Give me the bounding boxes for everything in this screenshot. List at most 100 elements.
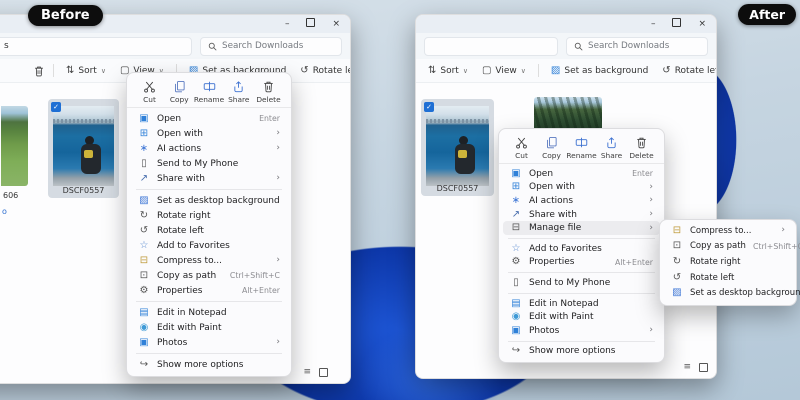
desktop-background-icon: ▨ xyxy=(671,288,683,298)
view-button[interactable]: ▢ View ∨ xyxy=(476,66,532,76)
rotate-left-icon: ↺ xyxy=(671,273,683,283)
menu-item-edit-with-paint[interactable]: ◉ Edit with Paint xyxy=(131,320,287,335)
chevron-right-icon: › xyxy=(649,224,653,233)
file-thumbnail-partial[interactable] xyxy=(1,106,28,186)
rename-menu-button[interactable]: Rename xyxy=(568,136,595,160)
compress-icon: ⊟ xyxy=(138,256,150,266)
menu-item-shortcut: Alt+Enter xyxy=(615,258,653,267)
search-box[interactable]: Search Downloads xyxy=(200,37,342,56)
menu-item-share-with[interactable]: ↗Share with› xyxy=(503,208,660,222)
copy-menu-button[interactable]: Copy xyxy=(538,136,565,160)
delete-menu-button[interactable]: Delete xyxy=(628,136,655,160)
set-as-background-button[interactable]: ▨ Set as background xyxy=(545,66,654,76)
minimize-button[interactable]: – xyxy=(651,20,656,29)
copy-menu-button[interactable]: Copy xyxy=(166,80,193,104)
checkbox-checked-icon[interactable]: ✓ xyxy=(51,102,61,112)
menu-item-label: Send to My Phone xyxy=(157,159,238,169)
menu-item-label: Edit with Paint xyxy=(157,323,222,333)
delete-menu-button[interactable]: Delete xyxy=(255,80,282,104)
menu-item-label: Rotate left xyxy=(690,273,734,283)
menu-item-edit-in-notepad[interactable]: ▤Edit in Notepad xyxy=(503,297,660,311)
minimize-button[interactable]: – xyxy=(285,20,290,29)
rename-icon xyxy=(575,136,588,149)
menu-item-open-with[interactable]: ⊞Open with› xyxy=(131,126,287,141)
checkbox-checked-icon[interactable]: ✓ xyxy=(424,102,434,112)
compress-icon: ⊟ xyxy=(671,226,683,236)
menu-item-open-with[interactable]: ⊞Open with› xyxy=(503,181,660,195)
chevron-right-icon: › xyxy=(276,338,280,347)
desktop-background-icon: ▨ xyxy=(138,196,150,206)
menu-item-edit-in-notepad[interactable]: ▤Edit in Notepad xyxy=(131,305,287,320)
menu-item-label: Compress to... xyxy=(157,256,222,266)
menu-item-rotate-right[interactable]: ↻Rotate right xyxy=(131,208,287,223)
menu-item-set-as-desktop-background[interactable]: ▨ Set as desktop background xyxy=(131,193,287,208)
menu-item-compress-to[interactable]: ⊟Compress to...› xyxy=(664,223,792,239)
share-menu-button[interactable]: Share xyxy=(598,136,625,160)
toolbar-divider xyxy=(53,64,54,77)
menu-item-show-more-options[interactable]: ↪Show more options xyxy=(503,345,660,359)
menu-item-ai-actions[interactable]: ∗AI actions› xyxy=(131,141,287,156)
menu-item-add-to-favorites[interactable]: ☆Add to Favorites xyxy=(131,238,287,253)
chevron-down-icon: ∨ xyxy=(463,67,468,75)
search-box[interactable]: Search Downloads xyxy=(566,37,708,56)
rename-menu-button[interactable]: Rename xyxy=(196,80,223,104)
menu-item-add-to-favorites[interactable]: ☆Add to Favorites xyxy=(503,242,660,256)
cut-menu-button[interactable]: Cut xyxy=(136,80,163,104)
address-bar[interactable] xyxy=(424,37,558,56)
menu-item-open[interactable]: ▣OpenEnter xyxy=(503,167,660,181)
menu-item-ai-actions[interactable]: ∗AI actions› xyxy=(503,194,660,208)
sort-button[interactable]: ⇅ Sort ∨ xyxy=(422,66,474,76)
list-view-icon[interactable]: ≡ xyxy=(303,368,311,377)
maximize-button[interactable] xyxy=(672,18,681,30)
menu-item-label: Open xyxy=(157,114,181,124)
menu-item-rotate-left[interactable]: ↺ Rotate left xyxy=(664,270,792,286)
close-button[interactable]: × xyxy=(698,20,706,29)
list-view-icon[interactable]: ≡ xyxy=(683,363,691,372)
menu-item-rotate-right[interactable]: ↻Rotate right xyxy=(664,254,792,270)
menu-item-label: Properties xyxy=(529,257,574,267)
menu-icon-label: Cut xyxy=(143,95,156,104)
address-bar[interactable]: s xyxy=(0,37,192,56)
menu-item-properties[interactable]: ⚙PropertiesAlt+Enter xyxy=(503,256,660,270)
menu-item-copy-as-path[interactable]: ⊡Copy as pathCtrl+Shift+C xyxy=(131,268,287,283)
menu-item-rotate-left[interactable]: ↺Rotate left xyxy=(131,223,287,238)
rotate-left-button[interactable]: ↺ Rotate left xyxy=(656,66,717,76)
file-item-selected[interactable]: ✓ DSCF0557 xyxy=(48,99,119,198)
menu-item-photos[interactable]: ▣Photos› xyxy=(503,324,660,338)
cut-menu-button[interactable]: Cut xyxy=(508,136,535,160)
menu-item-compress-to[interactable]: ⊟Compress to...› xyxy=(131,253,287,268)
open-with-icon: ⊞ xyxy=(138,129,150,139)
menu-item-send-to-my-phone[interactable]: ▯Send to My Phone xyxy=(503,276,660,290)
menu-item-shortcut: Ctrl+Shift+C xyxy=(230,271,280,280)
menu-item-copy-as-path[interactable]: ⊡Copy as pathCtrl+Shift+C xyxy=(664,239,792,255)
search-placeholder: Search Downloads xyxy=(222,41,303,51)
menu-item-edit-with-paint[interactable]: ◉Edit with Paint xyxy=(503,310,660,324)
maximize-button[interactable] xyxy=(306,18,315,30)
menu-separator xyxy=(508,238,655,239)
menu-item-send-to-my-phone[interactable]: ▯Send to My Phone xyxy=(131,156,287,171)
menu-icon-label: Rename xyxy=(194,95,224,104)
thumbnail-view-icon[interactable] xyxy=(699,363,708,372)
sort-button[interactable]: ⇅ Sort ∨ xyxy=(60,66,112,76)
menu-item-open[interactable]: ▣OpenEnter xyxy=(131,111,287,126)
menu-item-label: Set as desktop background xyxy=(157,196,280,206)
share-menu-button[interactable]: Share xyxy=(225,80,252,104)
menu-item-share-with[interactable]: ↗Share with› xyxy=(131,171,287,186)
menu-item-show-more-options[interactable]: ↪Show more options xyxy=(131,357,287,372)
rotate-left-label: Rotate left xyxy=(313,66,351,76)
menu-icon-label: Cut xyxy=(515,151,528,160)
menu-item-manage-file[interactable]: ⊟Manage file› xyxy=(503,221,660,235)
close-button[interactable]: × xyxy=(332,20,340,29)
delete-toolbar-button[interactable] xyxy=(31,65,47,77)
menu-item-set-as-desktop-background[interactable]: ▨Set as desktop background xyxy=(664,285,792,301)
thumbnail-view-icon[interactable] xyxy=(319,368,328,377)
share-with-icon: ↗ xyxy=(510,210,522,220)
menu-item-photos[interactable]: ▣Photos› xyxy=(131,335,287,350)
menu-icon-label: Share xyxy=(601,151,622,160)
search-placeholder: Search Downloads xyxy=(588,41,669,51)
file-item-selected[interactable]: ✓ DSCF0557 xyxy=(421,99,494,196)
menu-icon-label: Delete xyxy=(629,151,653,160)
rotate-left-button[interactable]: ↺ Rotate left xyxy=(294,66,351,76)
paint-icon: ◉ xyxy=(138,323,150,333)
menu-item-properties[interactable]: ⚙PropertiesAlt+Enter xyxy=(131,283,287,298)
